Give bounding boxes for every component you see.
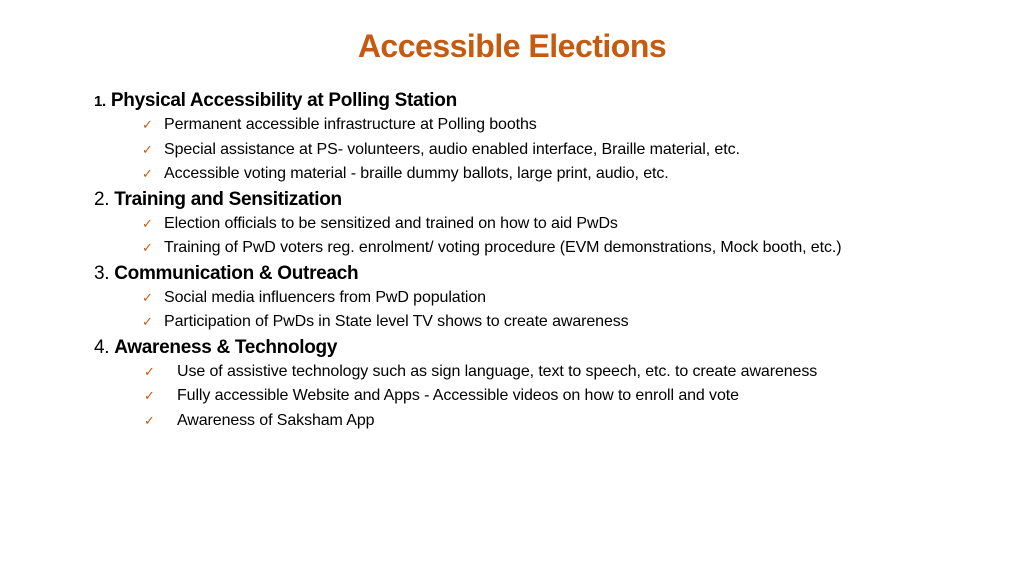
item-text: Election officials to be sensitized and …	[164, 214, 618, 232]
item-text: Participation of PwDs in State level TV …	[164, 313, 629, 330]
item-text: Accessible voting material - braille dum…	[164, 165, 669, 182]
section-training: 2. Training and Sensitization ✓ Election …	[94, 187, 994, 261]
list-item: ✓ Awareness of Saksham App	[94, 409, 994, 434]
list-item: ✓ Permanent accessible infrastructure at …	[94, 113, 994, 138]
item-text: Fully accessible Website and Apps - Acce…	[177, 387, 739, 404]
section-number: 4.	[94, 336, 110, 358]
section-number: 1.	[94, 93, 106, 110]
list-item: ✓ Participation of PwDs in State level TV…	[94, 310, 994, 335]
list-item: ✓ Fully accessible Website and Apps - Acc…	[94, 384, 994, 409]
checkmark-icon: ✓	[142, 141, 153, 157]
item-text: Use of assistive technology such as sign…	[177, 362, 818, 380]
item-text: Permanent accessible infrastructure at P…	[164, 116, 537, 133]
list-item: ✓ Use of assistive technology such as sig…	[94, 360, 994, 385]
item-text: Social media influencers from PwD popula…	[164, 288, 486, 306]
section-title: Awareness & Technology	[114, 336, 338, 358]
section-number: 2.	[94, 188, 110, 210]
section-heading: 3. Communication & Outreach	[94, 261, 994, 286]
checkmark-icon: ✓	[144, 412, 155, 428]
item-text: Special assistance at PS- volunteers, au…	[164, 140, 740, 158]
list-item: ✓ Accessible voting material - braille du…	[94, 162, 994, 187]
checkmark-icon: ✓	[142, 240, 153, 255]
bullet-list: ✓ Election officials to be sensitized and…	[94, 212, 994, 261]
list-item: ✓ Social media influencers from PwD popul…	[94, 286, 994, 311]
section-heading: 1. Physical Accessibility at Polling Sta…	[94, 88, 994, 113]
checkmark-icon: ✓	[144, 363, 155, 379]
bullet-list: ✓ Social media influencers from PwD popul…	[94, 286, 994, 335]
bullet-list: ✓ Permanent accessible infrastructure at …	[94, 113, 994, 187]
section-title: Physical Accessibility at Polling Statio…	[110, 90, 457, 111]
bullet-list: ✓ Use of assistive technology such as sig…	[94, 360, 994, 434]
checkmark-icon: ✓	[142, 166, 153, 181]
section-title: Communication & Outreach	[114, 262, 359, 284]
section-awareness-technology: 4. Awareness & Technology ✓ Use of assist…	[94, 335, 994, 434]
list-item: ✓ Special assistance at PS- volunteers, a…	[94, 138, 994, 163]
checkmark-icon: ✓	[142, 215, 153, 231]
checkmark-icon: ✓	[142, 314, 153, 329]
checkmark-icon: ✓	[144, 388, 155, 403]
list-item: ✓ Election officials to be sensitized and…	[94, 212, 994, 237]
slide-content: 1. Physical Accessibility at Polling Sta…	[94, 88, 994, 433]
section-number: 3.	[94, 262, 110, 284]
slide-title: Accessible Elections	[357, 28, 667, 64]
section-heading: 2. Training and Sensitization	[94, 187, 994, 212]
section-physical-accessibility: 1. Physical Accessibility at Polling Sta…	[94, 88, 994, 187]
checkmark-icon: ✓	[142, 289, 153, 305]
list-item: ✓ Training of PwD voters reg. enrolment/ …	[94, 236, 994, 261]
section-communication: 3. Communication & Outreach ✓ Social medi…	[94, 261, 994, 335]
section-heading: 4. Awareness & Technology	[94, 335, 994, 360]
item-text: Awareness of Saksham App	[177, 411, 375, 429]
checkmark-icon: ✓	[142, 117, 153, 132]
item-text: Training of PwD voters reg. enrolment/ v…	[164, 239, 842, 256]
section-title: Training and Sensitization	[114, 188, 342, 210]
